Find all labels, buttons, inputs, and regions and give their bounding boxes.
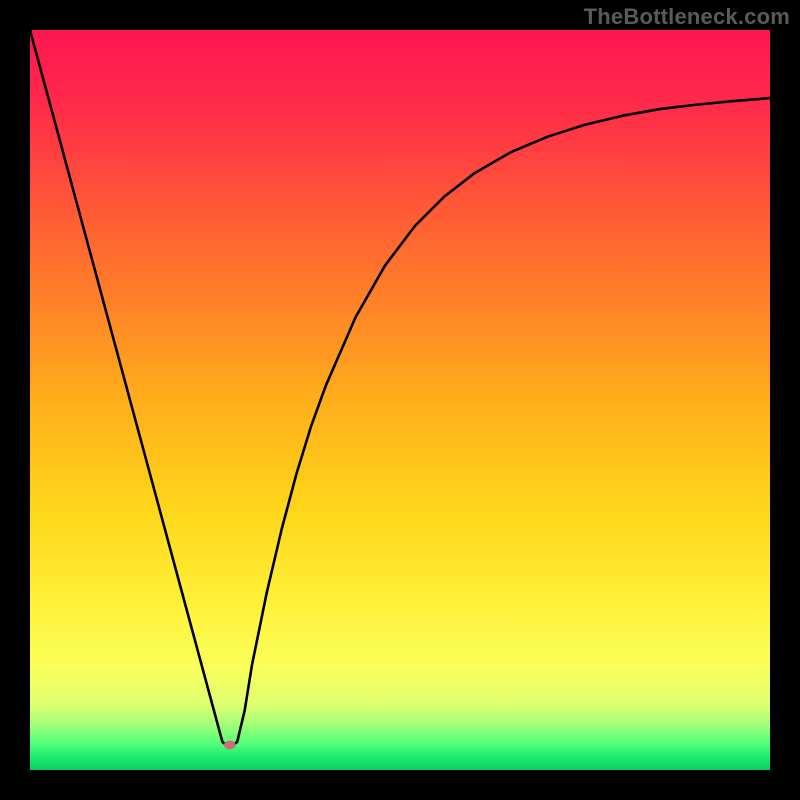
bottleneck-chart bbox=[30, 30, 770, 770]
notch-marker bbox=[224, 740, 236, 749]
plot-area bbox=[30, 30, 770, 770]
watermark-label: TheBottleneck.com bbox=[584, 4, 790, 30]
gradient-background bbox=[30, 30, 770, 770]
outer-frame: TheBottleneck.com bbox=[0, 0, 800, 800]
